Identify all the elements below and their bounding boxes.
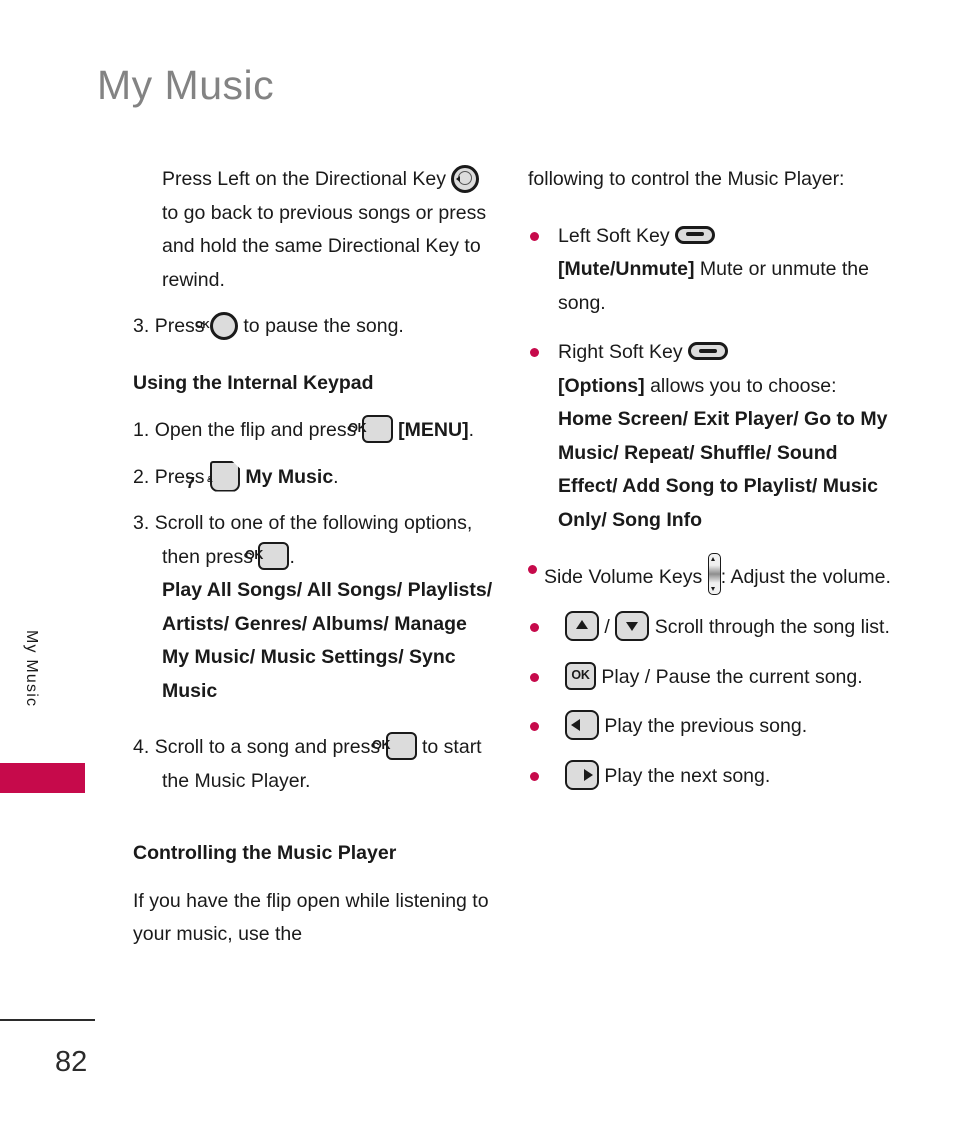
bullet-scroll-keys: / Scroll through the song list. [528, 611, 900, 645]
number-7-key-icon: 7 & [186, 460, 240, 492]
ok-circle-key-icon: OK [195, 312, 238, 340]
bullet-bracket-label: [Mute/Unmute] [558, 258, 695, 280]
step-number: 2. [133, 465, 150, 488]
page-title: My Music [97, 62, 275, 108]
bullet-dot [530, 672, 539, 682]
bullet-dot [530, 623, 539, 632]
step-text-part1: Open the flip and press [154, 419, 357, 441]
side-volume-rocker-icon [707, 553, 721, 595]
ok-square-key-icon: OK [565, 661, 596, 690]
dpad-text-part2: to go back to previous songs or press an… [162, 201, 487, 291]
step-text-part3: . [468, 419, 474, 441]
soft-key-icon [688, 342, 729, 360]
bullet-dot [530, 231, 539, 241]
right-column: following to control the Music Player: L… [528, 163, 900, 809]
bullet-bracket-label: [Options] [558, 374, 645, 397]
step-text-part1: Scroll to one of the following options, … [154, 512, 473, 568]
bullet-play-pause-key: OK Play / Pause the current song. [528, 661, 900, 695]
bullet-description: allows you to choose: [644, 374, 837, 397]
step-number: 3. [133, 512, 150, 534]
bullet-next-song-key: Play the next song. [528, 759, 900, 794]
step-text-part1: Scroll to a song and press [154, 736, 381, 758]
bullet-description: Play the next song. [604, 764, 771, 787]
bullet-side-volume-keys: Side Volume Keys : Adjust the volume. [528, 553, 900, 595]
bullet-description: Scroll through the song list. [654, 616, 890, 638]
paragraph-directional-key: Press Left on the Directional Key to go … [133, 163, 498, 297]
bullet-label: Left Soft Key [558, 224, 670, 247]
step-number: 4. [133, 736, 150, 758]
step-text-part1: Press [154, 465, 205, 488]
side-chapter-tab-label: My Music [23, 630, 40, 708]
bullet-dot [530, 348, 539, 357]
bullet-previous-song-key: Play the previous song. [528, 710, 900, 744]
directional-key-left-icon [451, 165, 480, 193]
step-text-part2: . [289, 545, 295, 568]
bullet-description: Play the previous song. [604, 715, 808, 737]
arrow-down-key-icon [615, 611, 650, 641]
step-start-player: 4. Scroll to a song and press OK to star… [133, 731, 498, 798]
footer-divider [0, 1019, 95, 1021]
options-menu-list: Home Screen/ Exit Player/ Go to My Music… [558, 408, 888, 531]
arrow-left-key-icon [565, 710, 599, 740]
heading-using-internal-keypad: Using the Internal Keypad [133, 371, 374, 394]
step-text-part3: . [333, 465, 339, 488]
paragraph-flip-open: If you have the flip open while listenin… [133, 889, 489, 946]
bullet-dot [530, 771, 539, 781]
ok-square-key-icon: OK [372, 732, 417, 760]
ok-square-key-icon: OK [348, 415, 393, 443]
bullet-label: Side Volume Keys [544, 566, 703, 588]
bullet-label: Right Soft Key [558, 341, 683, 363]
arrow-right-key-icon [565, 759, 599, 790]
separator-slash: / [604, 616, 610, 638]
step-pause-song: 3. Press OK to pause the song. [133, 310, 498, 344]
bullet-dot [528, 565, 537, 574]
bullet-description: : Adjust the volume. [720, 566, 891, 588]
menu-options-list: Play All Songs/ All Songs/ Playlists/ Ar… [162, 579, 493, 702]
paragraph-continued-control: following to control the Music Player: [528, 168, 845, 190]
step-open-flip: 1. Open the flip and press OK [MENU]. [133, 414, 498, 448]
side-chapter-tab-block [0, 763, 85, 793]
page-number: 82 [55, 1046, 88, 1078]
step-text-part2: to pause the song. [243, 315, 404, 337]
dpad-text-part1: Press Left on the Directional Key [162, 168, 446, 190]
manual-page: My Music My Music 82 Press Left on the D… [0, 0, 954, 1145]
heading-controlling-music-player: Controlling the Music Player [133, 842, 397, 864]
step-text-mymusic-bold: My Music [245, 465, 334, 488]
step-number: 3. [133, 315, 150, 337]
bullet-right-soft-key: Right Soft Key [Options] allows you to c… [528, 336, 900, 537]
bullet-left-soft-key: Left Soft Key [Mute/Unmute] Mute or unmu… [528, 220, 900, 321]
left-column: Press Left on the Directional Key to go … [133, 163, 498, 965]
arrow-up-key-icon [565, 611, 599, 641]
step-number: 1. [133, 419, 150, 441]
bullet-dot [530, 722, 539, 731]
ok-square-key-icon: OK [245, 541, 290, 570]
soft-key-icon [675, 225, 716, 244]
step-press-seven: 2. Press 7 & My Music. [133, 460, 498, 495]
step-scroll-options: 3. Scroll to one of the following option… [133, 507, 498, 574]
step-text-menu-bold: [MENU] [398, 419, 469, 441]
bullet-description: Play / Pause the current song. [601, 665, 863, 688]
